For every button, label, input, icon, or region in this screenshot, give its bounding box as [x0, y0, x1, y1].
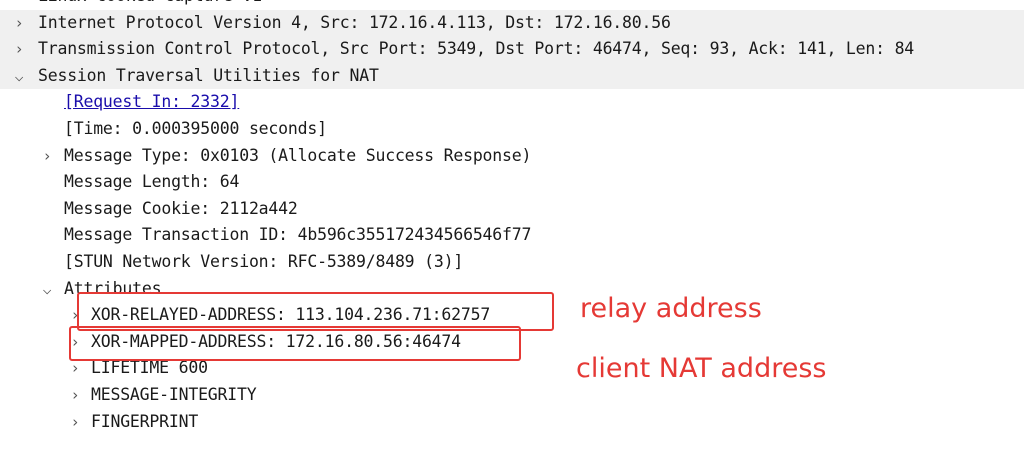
tree-row-message-type[interactable]: › Message Type: 0x0103 (Allocate Success…: [0, 143, 1024, 170]
tree-label-message-integrity: MESSAGE-INTEGRITY: [91, 384, 257, 404]
chevron-right-icon[interactable]: ›: [12, 10, 26, 37]
tree-row-linux-cooked[interactable]: › Linux cooked capture v1: [0, 0, 1024, 10]
tree-label-tcp: Transmission Control Protocol, Src Port:…: [38, 39, 915, 59]
tree-row-ipv4[interactable]: › Internet Protocol Version 4, Src: 172.…: [0, 9, 1024, 37]
tree-row-message-cookie[interactable]: Message Cookie: 2112a442: [0, 196, 1024, 223]
tree-label-stun: Session Traversal Utilities for NAT: [38, 65, 379, 85]
chevron-right-icon[interactable]: ›: [12, 36, 26, 63]
tree-label-time: [Time: 0.000395000 seconds]: [64, 118, 327, 138]
tree-label-message-cookie: Message Cookie: 2112a442: [64, 198, 298, 218]
tree-row-request-in[interactable]: [Request In: 2332]: [0, 89, 1024, 116]
tree-label-transaction-id: Message Transaction ID: 4b596c3551724345…: [64, 225, 532, 245]
mapped-highlight-box: [69, 326, 521, 361]
packet-details-tree: › Linux cooked capture v1 › Internet Pro…: [0, 0, 1024, 435]
chevron-right-icon[interactable]: ›: [68, 409, 82, 436]
tree-label-linux-cooked: Linux cooked capture v1: [38, 0, 262, 10]
tree-row-message-integrity[interactable]: › MESSAGE-INTEGRITY: [0, 382, 1024, 409]
tree-row-transaction-id[interactable]: Message Transaction ID: 4b596c3551724345…: [0, 222, 1024, 249]
tree-row-network-version[interactable]: [STUN Network Version: RFC-5389/8489 (3)…: [0, 249, 1024, 276]
chevron-right-icon[interactable]: ›: [40, 143, 54, 170]
tree-row-time[interactable]: [Time: 0.000395000 seconds]: [0, 116, 1024, 143]
tree-row-stun[interactable]: ⌵ Session Traversal Utilities for NAT: [0, 62, 1024, 90]
request-in-link[interactable]: [Request In: 2332]: [64, 89, 239, 116]
chevron-right-icon[interactable]: ›: [68, 382, 82, 409]
tree-label-fingerprint: FINGERPRINT: [91, 411, 199, 431]
tree-label-message-length: Message Length: 64: [64, 172, 240, 192]
tree-label-message-type: Message Type: 0x0103 (Allocate Success R…: [64, 145, 532, 165]
chevron-down-icon[interactable]: ⌵: [12, 63, 26, 90]
chevron-down-icon[interactable]: ⌵: [40, 276, 54, 303]
tree-row-fingerprint[interactable]: › FINGERPRINT: [0, 409, 1024, 436]
client-nat-address-note: client NAT address: [576, 353, 827, 384]
tree-row-tcp[interactable]: › Transmission Control Protocol, Src Por…: [0, 36, 1024, 63]
tree-row-message-length[interactable]: Message Length: 64: [0, 169, 1024, 196]
relay-address-note: relay address: [580, 293, 762, 324]
tree-label-network-version: [STUN Network Version: RFC-5389/8489 (3)…: [64, 251, 464, 271]
tree-label-ipv4: Internet Protocol Version 4, Src: 172.16…: [38, 12, 671, 32]
chevron-right-icon[interactable]: ›: [12, 0, 26, 10]
